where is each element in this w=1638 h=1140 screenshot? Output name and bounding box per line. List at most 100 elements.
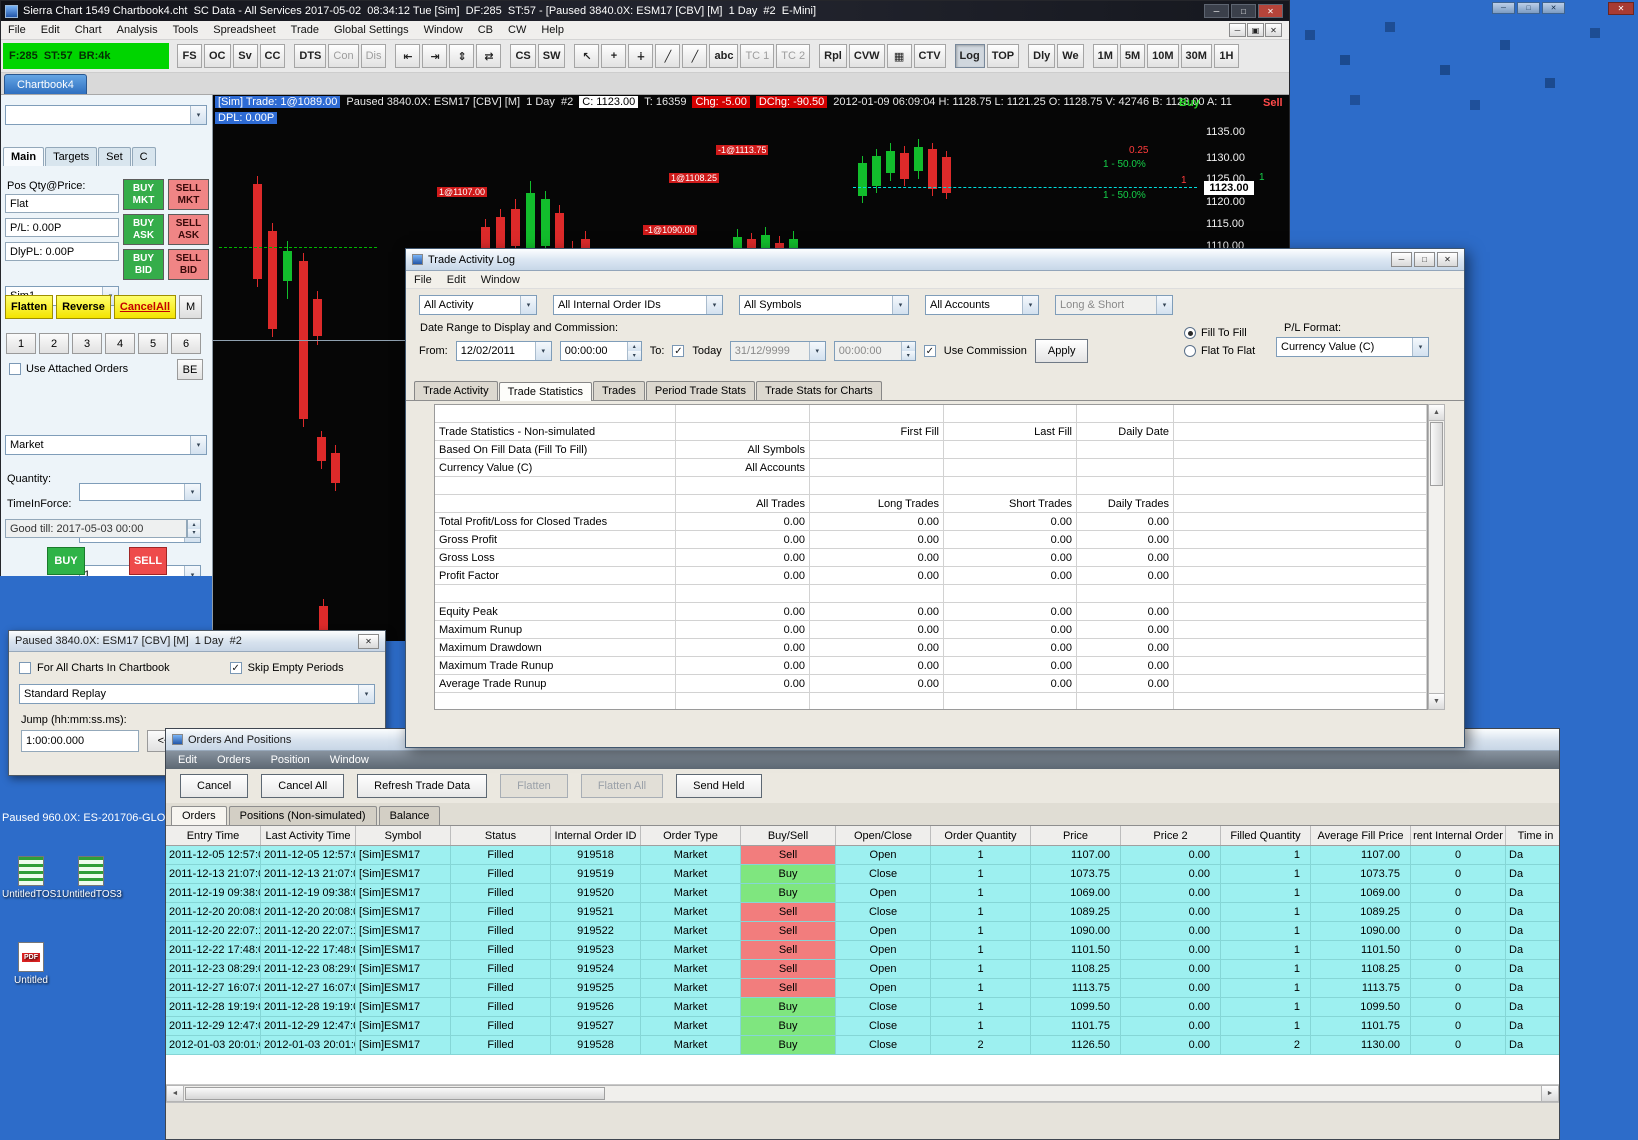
for-all-charts-checkbox[interactable]	[19, 662, 31, 674]
orders-menu-edit[interactable]: Edit	[178, 754, 197, 766]
action-button-cancelall[interactable]: CancelAll	[113, 295, 177, 319]
crosshair-tool-icon[interactable]: +	[601, 44, 627, 68]
close-icon[interactable]: ✕	[1258, 4, 1283, 18]
toolbar-button-1m[interactable]: 1M	[1092, 44, 1118, 68]
orders-button-send-held[interactable]: Send Held	[676, 774, 762, 798]
order-row[interactable]: 2011-12-29 12:47:0 2011-12-29 12:47:0 [Sim…	[166, 1017, 1559, 1036]
trade-panel-tab-main[interactable]: Main	[3, 147, 45, 166]
pl-format-selector[interactable]: Currency Value (C) ▾	[1276, 337, 1429, 357]
orders-horizontal-scrollbar[interactable]: ◄ ►	[166, 1085, 1559, 1102]
minimize-icon[interactable]: ─	[1204, 4, 1229, 18]
orders-menu-window[interactable]: Window	[330, 754, 369, 766]
ray-tool-icon[interactable]: ╱	[682, 44, 708, 68]
auto-scroll-icon[interactable]: ⇄	[476, 44, 502, 68]
qty-preset-button-2[interactable]: 2	[39, 333, 69, 354]
orders-tab-balance[interactable]: Balance	[378, 806, 441, 825]
from-time-input[interactable]: 00:00:00 ▴ ▾	[559, 341, 642, 361]
tal-tab-trade-activity[interactable]: Trade Activity	[414, 381, 498, 400]
filter-all-symbols[interactable]: All Symbols ▾	[739, 295, 909, 315]
dropdown-arrow-icon[interactable]: ▾	[358, 685, 374, 703]
toolbar-button-5m[interactable]: 5M	[1119, 44, 1146, 68]
menu-window[interactable]: Window	[424, 24, 463, 36]
minimize-icon[interactable]: ─	[1492, 2, 1515, 14]
toolbar-button-cvw[interactable]: CVW	[848, 44, 885, 68]
toolbar-button-rpl[interactable]: Rpl	[819, 44, 847, 68]
filter-all-internal-order-ids[interactable]: All Internal Order IDs ▾	[553, 295, 723, 315]
orders-menu-position[interactable]: Position	[271, 754, 310, 766]
menu-edit[interactable]: Edit	[41, 24, 60, 36]
main-titlebar[interactable]: Sierra Chart 1549 Chartbook4.cht SC Data…	[1, 1, 1289, 21]
order-row[interactable]: 2011-12-20 22:07:1 2011-12-20 22:07:1 [Sim…	[166, 922, 1559, 941]
mdi-restore-icon[interactable]: ▣	[1247, 23, 1264, 37]
menu-file[interactable]: File	[8, 24, 26, 36]
buy-mkt-button[interactable]: BUY MKT	[123, 179, 164, 210]
maximize-icon[interactable]: □	[1231, 4, 1256, 18]
mdi-close-icon[interactable]: ✕	[1265, 23, 1282, 37]
toolbar-button-log[interactable]: Log	[954, 44, 985, 68]
buy-bid-button[interactable]: BUY BID	[123, 249, 164, 280]
tal-menu-edit[interactable]: Edit	[447, 274, 466, 286]
scroll-right-icon[interactable]: ►	[1541, 1086, 1558, 1101]
close-icon[interactable]: ✕	[1542, 2, 1565, 14]
maximize-icon[interactable]: □	[1414, 252, 1435, 267]
tal-tab-trade-stats-for-charts[interactable]: Trade Stats for Charts	[755, 381, 882, 400]
toolbar-button-sv[interactable]: Sv	[232, 44, 258, 68]
close-icon[interactable]: ✕	[1437, 252, 1458, 267]
dropdown-arrow-icon[interactable]: ▾	[1412, 338, 1428, 356]
order-row[interactable]: 2012-01-03 20:01:0 2012-01-03 20:01:0 [Sim…	[166, 1036, 1559, 1055]
toolbar-button-abc[interactable]: abc	[709, 44, 739, 68]
dropdown-arrow-icon[interactable]: ▾	[520, 296, 536, 314]
good-till-spinner[interactable]: ▴ ▾	[187, 519, 201, 538]
qty-preset-button-4[interactable]: 4	[105, 333, 135, 354]
symbol-selector[interactable]: ▾	[5, 105, 207, 125]
use-attached-orders-checkbox[interactable]	[9, 363, 21, 375]
qty-preset-button-5[interactable]: 5	[138, 333, 168, 354]
menu-spreadsheet[interactable]: Spreadsheet	[213, 24, 275, 36]
desktop-icon-untitledtos1[interactable]: UntitledTOS1	[2, 856, 62, 901]
order-row[interactable]: 2011-12-27 16:07:0 2011-12-27 16:07:0 [Sim…	[166, 979, 1559, 998]
order-row[interactable]: 2011-12-20 20:08:0 2011-12-20 20:08:0 [Sim…	[166, 903, 1559, 922]
dropdown-arrow-icon[interactable]: ▾	[534, 342, 551, 360]
dropdown-arrow-icon[interactable]: ▾	[706, 296, 722, 314]
sell-ask-button[interactable]: SELL ASK	[168, 214, 209, 245]
order-row[interactable]: 2011-12-23 08:29:0 2011-12-23 08:29:0 [Sim…	[166, 960, 1559, 979]
dropdown-arrow-icon[interactable]: ▾	[190, 106, 206, 124]
jump-time-input[interactable]: 1:00:00.000	[21, 730, 139, 752]
skip-empty-periods-checkbox[interactable]: ✓	[229, 662, 242, 674]
trendline-tool-icon[interactable]: ╱	[655, 44, 681, 68]
corner-close-icon[interactable]: ✕	[1608, 2, 1634, 15]
dropdown-arrow-icon[interactable]: ▾	[190, 436, 206, 454]
buy-button[interactable]: BUY	[47, 547, 85, 575]
dropdown-arrow-icon[interactable]: ▾	[892, 296, 908, 314]
spinner-down-icon[interactable]: ▾	[188, 528, 200, 537]
menu-global-settings[interactable]: Global Settings	[334, 24, 409, 36]
toolbar-button-dts[interactable]: DTS	[294, 44, 327, 68]
trade-panel-tab-c[interactable]: C	[131, 147, 156, 166]
today-checkbox[interactable]: ✓	[672, 345, 685, 357]
toolbar-button-cc[interactable]: CC	[259, 44, 286, 68]
tal-titlebar[interactable]: Trade Activity Log ─ □ ✕	[406, 249, 1464, 271]
toolbar-button-ctv[interactable]: CTV	[913, 44, 946, 68]
toolbar-button-cs[interactable]: CS	[510, 44, 536, 68]
tal-tab-period-trade-stats[interactable]: Period Trade Stats	[645, 381, 755, 400]
qty-preset-button-6[interactable]: 6	[171, 333, 201, 354]
order-row[interactable]: 2011-12-28 19:19:0 2011-12-28 19:19:0 [Sim…	[166, 998, 1559, 1017]
chart-buy-label[interactable]: Buy	[1179, 97, 1200, 109]
toolbar-button-10m[interactable]: 10M	[1147, 44, 1179, 68]
chart-values-tool-icon[interactable]: ∔	[628, 44, 654, 68]
replay-mode-selector[interactable]: Standard Replay ▾	[19, 684, 375, 704]
desktop-icon-untitledtos3[interactable]: UntitledTOS3	[62, 856, 122, 901]
sell-button[interactable]: SELL	[129, 547, 167, 575]
mdi-minimize-icon[interactable]: ─	[1229, 23, 1246, 37]
use-commission-checkbox[interactable]: ✓	[923, 345, 936, 357]
sell-bid-button[interactable]: SELL BID	[168, 249, 209, 280]
spinner-up-icon[interactable]: ▴	[188, 520, 200, 529]
orders-button-cancel[interactable]: Cancel	[180, 774, 249, 798]
scroll-left-icon[interactable]: ◄	[167, 1086, 184, 1101]
menu-cb[interactable]: CB	[478, 24, 493, 36]
stats-table-scrollbar[interactable]: ▲ ▼	[1428, 404, 1445, 710]
sell-mkt-button[interactable]: SELL MKT	[168, 179, 209, 210]
maximize-icon[interactable]: □	[1517, 2, 1540, 14]
menu-analysis[interactable]: Analysis	[117, 24, 158, 36]
from-date-picker[interactable]: 12/02/2011 ▾	[455, 341, 552, 361]
